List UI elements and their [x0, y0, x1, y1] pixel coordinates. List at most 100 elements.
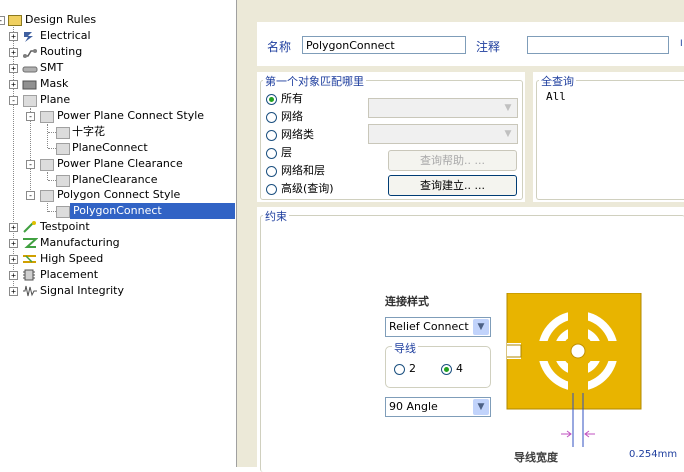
tree-item-manufacturing[interactable]: Manufacturing [40, 235, 120, 251]
rules-tree[interactable]: - Design Rules + Electrical + Routing + … [0, 0, 237, 467]
collapse-icon[interactable]: - [26, 191, 35, 200]
tree-item-mask[interactable]: Mask [40, 76, 68, 92]
signal-integrity-icon [22, 285, 37, 297]
comment-label: 注释 [476, 40, 501, 54]
collapse-icon[interactable]: - [9, 96, 18, 105]
tree-item-polygon-connect-style[interactable]: Polygon Connect Style [57, 187, 180, 203]
tree-item-polygonconnect[interactable]: PolygonConnect [70, 203, 235, 219]
chevron-down-icon: ▼ [473, 399, 489, 415]
radio-conductors-2-label: 2 [409, 362, 416, 375]
tree-guide-line [48, 148, 56, 149]
tree-guide-line [48, 211, 56, 212]
radio-advanced-query[interactable] [266, 184, 277, 195]
net-class-select[interactable]: ▼ [368, 124, 518, 144]
tree-guide-line [30, 108, 31, 196]
query-builder-button[interactable]: 查询建立.. ... [388, 175, 517, 196]
radio-conductors-4[interactable] [441, 364, 452, 375]
tree-item-planeconnect[interactable]: PlaneConnect [72, 140, 148, 156]
collapse-icon[interactable]: - [26, 112, 35, 121]
rule-icon [56, 206, 70, 218]
collapse-icon[interactable]: - [26, 160, 35, 169]
expand-icon[interactable]: + [9, 80, 18, 89]
tree-item-power-plane-clearance[interactable]: Power Plane Clearance [57, 156, 183, 172]
first-object-title: 第一个对象匹配哪里 [263, 73, 366, 89]
tree-item-routing[interactable]: Routing [40, 44, 82, 60]
chevron-down-icon: ▼ [500, 100, 516, 116]
expand-icon[interactable]: + [9, 239, 18, 248]
chevron-down-icon: ▼ [473, 319, 489, 335]
radio-all-label: 所有 [281, 92, 303, 105]
rule-header: 名称 PolygonConnect 注释 I [257, 22, 684, 66]
full-query-text[interactable]: All [546, 90, 566, 103]
width-label: 导线宽度 [514, 451, 558, 464]
radio-net-class[interactable] [266, 130, 277, 141]
chevron-down-icon: ▼ [500, 126, 516, 142]
tree-item-smt[interactable]: SMT [40, 60, 63, 76]
testpoint-icon [22, 221, 36, 233]
radio-net-label: 网络 [281, 110, 303, 123]
high-speed-icon [22, 253, 36, 264]
radio-net-and-layer-label: 网络和层 [281, 164, 325, 177]
tree-guide-line [48, 180, 56, 181]
expand-icon[interactable]: + [9, 32, 18, 41]
electrical-icon [22, 31, 36, 42]
angle-select[interactable]: 90 Angle ▼ [385, 397, 491, 417]
mask-icon [22, 79, 37, 90]
rule-category-icon [40, 111, 54, 123]
tree-item-testpoint[interactable]: Testpoint [40, 219, 90, 235]
tree-item-placement[interactable]: Placement [40, 267, 98, 283]
radio-conductors-4-label: 4 [456, 362, 463, 375]
manufacturing-icon [22, 237, 39, 248]
radio-net-and-layer[interactable] [266, 166, 277, 177]
connect-style-label: 连接样式 [385, 295, 429, 308]
pad-hole-shape [570, 343, 586, 359]
query-help-button[interactable]: 查询帮助.. ... [388, 150, 517, 171]
comment-input[interactable] [527, 36, 669, 54]
tree-item-rule-shizihua[interactable]: 十字花 [72, 124, 105, 140]
tree-item-high-speed[interactable]: High Speed [40, 251, 103, 267]
tree-item-plane[interactable]: Plane [40, 92, 70, 108]
plane-icon [23, 95, 37, 107]
tree-item-electrical[interactable]: Electrical [40, 28, 91, 44]
angle-value: 90 Angle [389, 400, 438, 413]
overflow-char: I [680, 39, 683, 49]
expand-icon[interactable]: + [9, 48, 18, 57]
constraints-panel: 约束 连接样式 Relief Connect ▼ 导线 2 4 90 Angle… [257, 207, 684, 472]
expand-icon[interactable]: + [9, 255, 18, 264]
radio-layer[interactable] [266, 148, 277, 159]
tree-item-signal-integrity[interactable]: Signal Integrity [40, 283, 124, 299]
width-arrow-right-icon [584, 430, 595, 438]
routing-icon [22, 47, 37, 58]
relief-connect-diagram [506, 293, 642, 447]
width-arrow-left-icon [561, 430, 572, 438]
expand-icon[interactable]: + [9, 287, 18, 296]
connect-style-select[interactable]: Relief Connect ▼ [385, 317, 491, 337]
name-label: 名称 [267, 40, 292, 54]
tree-root-design-rules[interactable]: Design Rules [25, 12, 96, 28]
rule-name-input[interactable]: PolygonConnect [302, 36, 466, 54]
radio-net[interactable] [266, 112, 277, 123]
expand-icon[interactable]: + [9, 64, 18, 73]
full-query-panel: 全查询 All [533, 72, 684, 202]
tree-guide-line [47, 124, 48, 148]
rule-category-icon [40, 190, 54, 202]
width-value[interactable]: 0.254mm [629, 449, 677, 460]
conductors-label: 导线 [392, 340, 418, 356]
design-rules-icon [8, 15, 22, 26]
collapse-icon[interactable]: - [0, 16, 5, 25]
connect-style-value: Relief Connect [389, 320, 469, 333]
radio-all[interactable] [266, 94, 277, 105]
net-select[interactable]: ▼ [368, 98, 518, 118]
tree-guide-line [47, 172, 48, 180]
rule-category-icon [40, 159, 54, 171]
tree-item-planeclearance[interactable]: PlaneClearance [72, 172, 157, 188]
radio-conductors-2[interactable] [394, 364, 405, 375]
first-object-panel: 第一个对象匹配哪里 所有 网络 网络类 层 网络和层 高级(查询) ▼ ▼ 查询… [257, 72, 525, 202]
rule-icon [56, 127, 70, 139]
radio-layer-label: 层 [281, 146, 292, 159]
expand-icon[interactable]: + [9, 271, 18, 280]
tree-item-power-plane-connect-style[interactable]: Power Plane Connect Style [57, 108, 204, 124]
radio-advanced-query-label: 高级(查询) [281, 182, 334, 195]
radio-net-class-label: 网络类 [281, 128, 314, 141]
expand-icon[interactable]: + [9, 223, 18, 232]
